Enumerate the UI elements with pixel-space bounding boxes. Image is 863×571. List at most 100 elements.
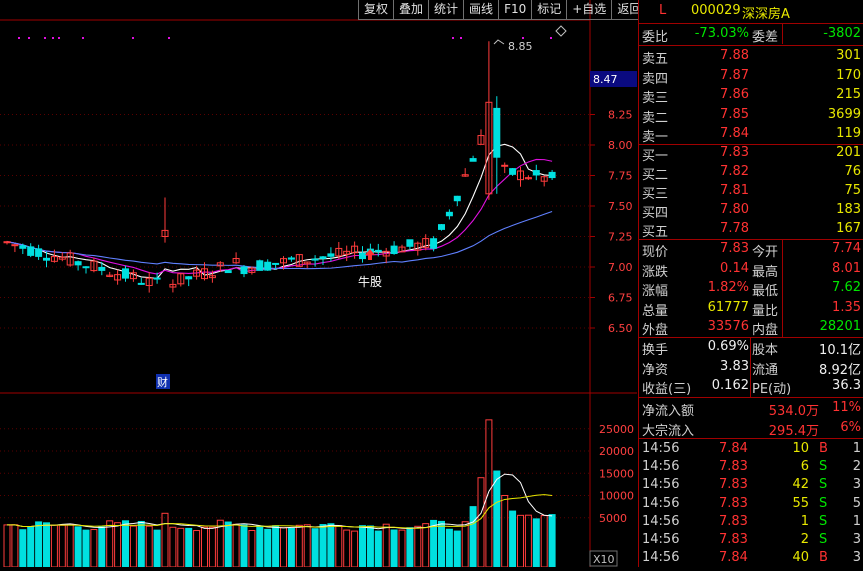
finance-row: 净资 3.83 流通 8.92亿 — [639, 358, 863, 378]
volume-bar — [509, 510, 517, 568]
volume-bar — [137, 520, 145, 568]
tick-side: S — [819, 495, 828, 511]
tick-row: 14:56 7.83 2 S 3 — [639, 531, 863, 551]
price-axis-label: 8.25 — [608, 109, 633, 122]
candle-body — [319, 256, 327, 259]
stat-row: 总量 61777 量比 1.35 — [639, 299, 863, 319]
flow-row: 净流入额 534.0万 11% — [639, 399, 863, 419]
toolbar-button-6[interactable]: +自选 — [566, 0, 612, 20]
volume-bar — [114, 522, 122, 568]
bid-price: 7.82 — [720, 164, 749, 179]
toolbar-button-4[interactable]: F10 — [498, 0, 532, 20]
tick-volume: 1 — [800, 513, 809, 529]
volume-bar — [485, 419, 493, 568]
volume-bar — [382, 523, 390, 568]
stat-label-2: 今开 — [752, 245, 779, 260]
toolbar-button-0[interactable]: 复权 — [358, 0, 394, 20]
bid-label: 买二 — [642, 168, 669, 183]
volume-bar — [493, 470, 501, 568]
toolbar-button-1[interactable]: 叠加 — [393, 0, 429, 20]
stat-value-2: 7.74 — [832, 241, 861, 256]
bid-row: 买三 7.81 75 — [639, 182, 863, 202]
finance-value-2: 36.3 — [832, 378, 861, 393]
bid-volume: 76 — [844, 164, 861, 179]
bid-volume: 75 — [844, 183, 861, 198]
bid-price: 7.80 — [720, 202, 749, 217]
current-price-tag: 8.47 — [593, 73, 618, 86]
volume-bar — [501, 495, 509, 568]
finance-label-2: 股本 — [752, 343, 779, 358]
tick-price: 7.84 — [719, 441, 748, 456]
flow-label: 大宗流入 — [642, 423, 695, 439]
high-price-label: 8.85 — [508, 40, 533, 53]
stat-value-2: 8.01 — [832, 260, 861, 276]
volume-bar — [122, 520, 129, 568]
flow-row: 大宗流入 295.4万 6% — [639, 419, 863, 439]
tick-volume: 10 — [792, 441, 809, 456]
volume-bar — [240, 524, 248, 568]
tick-count: 1 — [852, 441, 861, 456]
volume-bar — [256, 525, 264, 568]
tick-count: 5 — [852, 495, 861, 511]
flow-percent: 11% — [832, 400, 861, 415]
candle-body — [501, 164, 509, 167]
candle-body — [374, 249, 382, 252]
toolbar-button-3[interactable]: 画线 — [463, 0, 499, 20]
tick-volume: 2 — [800, 532, 809, 547]
stat-value: 0.14 — [720, 260, 749, 276]
volume-bar — [58, 524, 66, 568]
price-axis-label: 6.75 — [608, 292, 633, 305]
volume-bar — [414, 525, 422, 568]
tick-time: 14:56 — [642, 550, 680, 566]
bid-price: 7.78 — [720, 221, 749, 236]
ask-volume: 301 — [836, 48, 861, 63]
finance-value: 0.69% — [707, 339, 749, 354]
bid-volume: 167 — [836, 221, 861, 236]
bid-label: 买一 — [642, 149, 669, 164]
tick-price: 7.83 — [719, 459, 748, 475]
volume-bar — [272, 525, 280, 568]
event-dot — [28, 37, 30, 39]
finance-label: 净资 — [642, 362, 669, 378]
candle-body — [493, 107, 501, 158]
stat-value: 33576 — [707, 319, 749, 334]
candle-body — [82, 266, 90, 269]
diamond-icon[interactable] — [555, 25, 567, 37]
panel-divider — [750, 338, 751, 397]
quote-header: L 000029 深深房A — [639, 2, 863, 22]
stock-code: 000029 — [691, 3, 741, 18]
candle-body — [359, 252, 366, 260]
finance-row: 收益(三) 0.162 PE(动) 36.3 — [639, 377, 863, 397]
candle-body — [137, 282, 145, 285]
volume-bar — [27, 526, 35, 568]
ask-row: 卖一 7.84 119 — [639, 125, 863, 145]
volume-bar — [90, 529, 98, 568]
volume-bar — [3, 524, 11, 568]
toolbar-button-2[interactable]: 统计 — [428, 0, 464, 20]
price-axis-label: 7.25 — [608, 231, 633, 244]
volume-axis-label: 5000 — [599, 512, 627, 525]
volume-bar — [406, 527, 414, 568]
volume-bar — [145, 525, 153, 568]
tick-volume: 6 — [800, 459, 809, 475]
stat-row: 外盘 33576 内盘 28201 — [639, 318, 863, 338]
candle-body — [438, 224, 445, 230]
candle-body — [122, 268, 129, 279]
volume-bar — [280, 527, 287, 568]
volume-bar — [208, 526, 216, 568]
event-dot — [82, 37, 84, 39]
tick-row: 14:56 7.83 55 S 5 — [639, 495, 863, 515]
kline-chart-panel[interactable]: 8.25 8.00 7.75 7.50 7.25 7.00 6.75 6.50 25000 20… — [0, 0, 637, 568]
volume-bar — [366, 525, 374, 568]
ask-row: 卖四 7.87 170 — [639, 67, 863, 87]
toolbar-button-5[interactable]: 标记 — [531, 0, 567, 20]
candle-body — [327, 253, 335, 257]
panel-divider — [782, 24, 783, 44]
volume-bar — [351, 530, 359, 568]
tick-count: 1 — [852, 513, 861, 529]
finance-label: 换手 — [642, 343, 669, 358]
volume-bar — [398, 529, 406, 568]
finance-marker[interactable]: 财 — [157, 375, 168, 389]
ask-price: 7.88 — [720, 48, 749, 63]
candle-body — [548, 171, 556, 179]
